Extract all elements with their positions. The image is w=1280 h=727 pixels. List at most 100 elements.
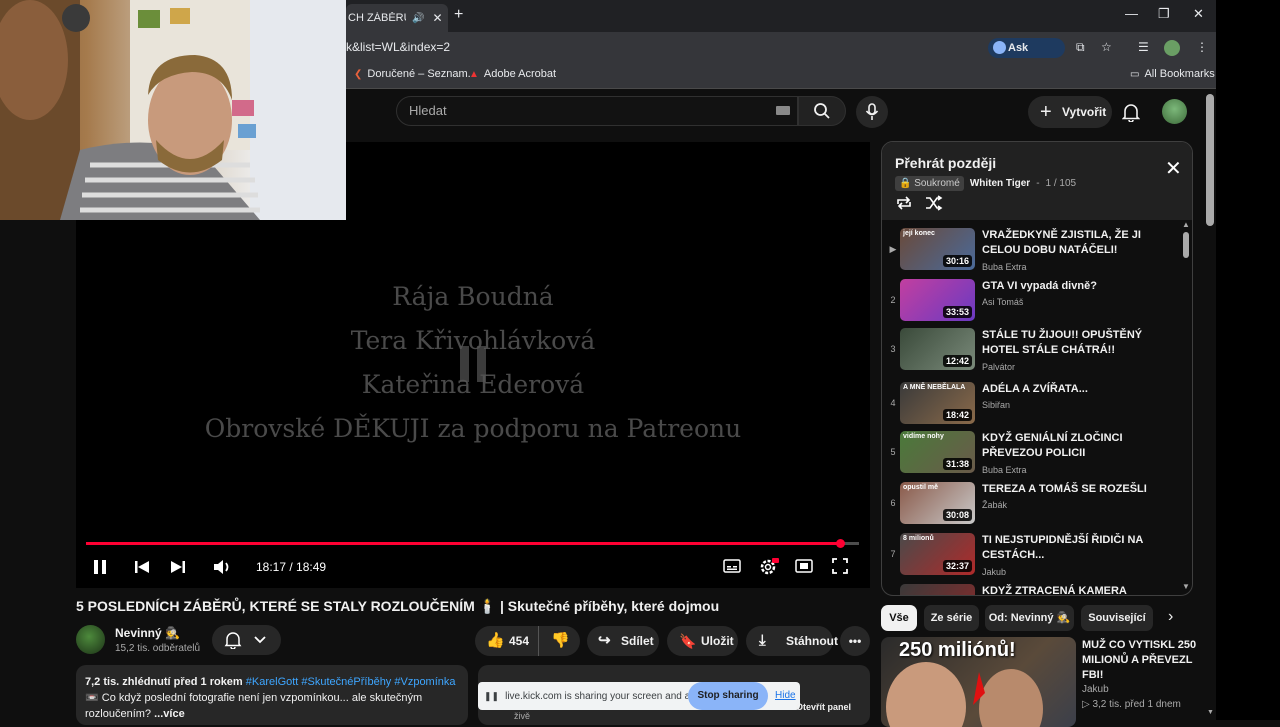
create-button[interactable]: + Vytvořit — [1028, 96, 1112, 128]
subtitles-button[interactable] — [723, 558, 741, 579]
playlist-item[interactable]: 3 12:42 STÁLE TU ŽIJOU!! OPUŠTĚNÝ HOTEL ST… — [882, 324, 1177, 374]
reading-list-icon[interactable]: ☰ — [1138, 40, 1149, 54]
playlist-item-thumbnail[interactable]: 8 milionů 32:37 — [900, 533, 975, 575]
channel-avatar[interactable] — [76, 625, 105, 654]
previous-icon — [135, 561, 149, 573]
restore-icon[interactable]: ❐ — [1158, 6, 1170, 22]
share-button[interactable]: ↪ Sdílet — [587, 626, 659, 656]
shuffle-button[interactable] — [925, 195, 943, 216]
voice-search-button[interactable] — [856, 96, 888, 128]
scroll-up-icon[interactable]: ▲ — [1182, 220, 1190, 229]
settings-button[interactable] — [759, 558, 779, 581]
search-input[interactable]: Hledat — [396, 96, 798, 126]
hashtags[interactable]: #KarelGott #SkutečnéPříběhy #Vzpomínka — [246, 676, 456, 688]
playlist-item-thumbnail[interactable]: vidíme nohy 31:38 — [900, 431, 975, 473]
save-button[interactable]: 🔖 Uložit — [667, 626, 738, 656]
playlist-item-thumbnail[interactable]: A MNĚ NEBĚLALA 18:42 — [900, 382, 975, 424]
privacy-badge: 🔒 Soukromé — [895, 176, 964, 191]
keyboard-icon[interactable] — [776, 106, 790, 115]
playlist-owner[interactable]: Whiten Tiger — [970, 178, 1030, 189]
bookmark-star-icon[interactable]: ☆ — [1101, 40, 1112, 54]
chip-series[interactable]: Ze série — [924, 605, 979, 631]
show-more-link[interactable]: ...více — [154, 708, 185, 720]
progress-scrubber[interactable] — [836, 539, 845, 548]
dislike-button[interactable]: 👎 — [538, 626, 580, 656]
playlist-item-thumbnail[interactable]: 12:42 — [900, 328, 975, 370]
ask-google-button[interactable]: Ask Google — [988, 38, 1065, 74]
folder-icon: ▭ — [1130, 68, 1140, 80]
progress-bar-played[interactable] — [86, 542, 841, 545]
loop-icon — [897, 196, 911, 210]
playlist-item[interactable]: 4 A MNĚ NEBĚLALA 18:42 ADÉLA A ZVÍŘATA... Si… — [882, 378, 1177, 428]
chip-from-channel[interactable]: Od: Nevinný 🕵️ — [985, 605, 1074, 631]
pause-share-icon: ❚❚ — [484, 690, 500, 701]
views-date: 7,2 tis. zhlédnutí před 1 rokem — [85, 676, 243, 688]
recommended-thumbnail[interactable]: 250 miliónů! — [881, 637, 1076, 727]
chip-all[interactable]: Vše — [881, 605, 917, 631]
bookmark-seznam[interactable]: ❮ Doručené – Seznam... — [354, 68, 477, 80]
playlist-item[interactable]: 6 opustil mě 30:08 TEREZA A TOMÁŠ SE ROZEŠL… — [882, 478, 1177, 528]
more-actions-button[interactable]: ••• — [840, 626, 870, 656]
seznam-icon: ❮ — [354, 68, 363, 80]
recommended-channel[interactable]: Jakub — [1082, 684, 1109, 695]
playlist-item[interactable]: 5 vidíme nohy 31:38 KDYŽ GENIÁLNÍ ZLOČINCI … — [882, 427, 1177, 477]
playlist-title[interactable]: Přehrát později — [895, 155, 996, 171]
description-box[interactable]: 7,2 tis. zhlédnutí před 1 rokem #KarelGo… — [76, 665, 468, 725]
tab-close-icon[interactable]: ✕ — [432, 11, 442, 25]
playlist-item-thumbnail[interactable] — [900, 584, 975, 595]
window-close-icon[interactable]: ✕ — [1193, 6, 1204, 22]
loop-playlist-button[interactable] — [895, 195, 913, 216]
notifications-bell-icon[interactable] — [1121, 102, 1141, 127]
open-panel-button[interactable]: Otevřít panel — [796, 702, 860, 718]
chip-related[interactable]: Související — [1081, 605, 1153, 631]
bell-icon — [224, 632, 242, 649]
like-button[interactable]: 👍 454 — [475, 626, 538, 656]
screen-margin — [1216, 0, 1280, 720]
playlist-scrollbar[interactable] — [1183, 232, 1189, 258]
hide-share-bar-link[interactable]: Hide — [775, 690, 796, 701]
menu-dots-icon[interactable]: ⋮ — [1196, 40, 1208, 54]
cast-icon[interactable]: ⧉ — [1076, 40, 1085, 55]
bookmark-acrobat[interactable]: ▲ Adobe Acrobat — [469, 68, 556, 80]
fullscreen-button[interactable] — [832, 558, 848, 579]
stop-sharing-button[interactable]: Stop sharing — [688, 682, 768, 710]
download-button[interactable]: ⤓ Stáhnout — [746, 626, 838, 656]
minimize-icon[interactable]: — — [1125, 6, 1138, 21]
volume-icon — [214, 560, 229, 574]
playlist-item[interactable]: ▶ její konec 30:16 VRAŽEDKYNĚ ZJISTILA, ŽE … — [882, 224, 1177, 274]
browser-tab-active[interactable]: CH ZÁBĚRŮ, KT 🔊 ✕ — [346, 4, 448, 32]
search-button[interactable] — [798, 96, 846, 126]
playlist-item[interactable]: KDYŽ ZTRACENÁ KAMERA — [882, 580, 1177, 595]
next-button[interactable] — [170, 558, 186, 581]
url-field[interactable]: k&list=WL&index=2 — [300, 36, 980, 58]
playlist-item[interactable]: 2 33:53 GTA VI vypadá divně? Asi Tomáš — [882, 275, 1177, 325]
pause-overlay-icon[interactable] — [458, 346, 488, 387]
channel-name[interactable]: Nevinný 🕵️ — [115, 626, 180, 640]
recommended-title[interactable]: MUŽ CO VYTISKL 250 MILIONŮ A PŘEVEZL FBI… — [1082, 638, 1198, 683]
playlist-item-thumbnail[interactable]: její konec 30:16 — [900, 228, 975, 270]
miniplayer-button[interactable] — [795, 558, 813, 579]
playlist-item-title: TEREZA A TOMÁŠ SE ROZEŠLI — [982, 483, 1147, 495]
profile-avatar-icon[interactable] — [1164, 40, 1180, 56]
playlist-item-thumbnail[interactable]: opustil mě 30:08 — [900, 482, 975, 524]
playlist-item-thumbnail[interactable]: 33:53 — [900, 279, 975, 321]
scroll-down-icon[interactable]: ▼ — [1182, 582, 1190, 591]
pause-button[interactable] — [92, 558, 108, 581]
playlist-item-title: ADÉLA A ZVÍŘATA... — [982, 383, 1088, 395]
all-bookmarks[interactable]: ▭ All Bookmarks — [1130, 68, 1215, 80]
playlist-item[interactable]: 7 8 milionů 32:37 TI NEJSTUPIDNĚJŠÍ ŘIDIČI … — [882, 529, 1177, 579]
page-scroll-up-icon[interactable]: ▲ — [1207, 93, 1214, 100]
chevron-right-icon[interactable]: › — [1168, 608, 1173, 626]
playlist-close-icon[interactable]: ✕ — [1165, 156, 1182, 181]
speaker-icon[interactable]: 🔊 — [412, 13, 424, 24]
previous-button[interactable] — [134, 558, 150, 581]
new-tab-button[interactable]: + — [454, 6, 463, 24]
page-scroll-down-icon[interactable]: ▼ — [1207, 709, 1214, 716]
playlist-item-title: KDYŽ GENIÁLNÍ ZLOČINCI PŘEVEZOU POLICII — [982, 432, 1123, 459]
account-avatar[interactable] — [1162, 99, 1187, 124]
video-title: 5 POSLEDNÍCH ZÁBĚRŮ, KTERÉ SE STALY ROZL… — [76, 598, 720, 614]
subscribed-notifications-button[interactable] — [212, 625, 281, 655]
playlist-meta: 🔒 Soukromé Whiten Tiger - 1 / 105 — [895, 176, 1076, 191]
volume-button[interactable] — [213, 558, 233, 581]
page-scrollbar[interactable] — [1206, 94, 1214, 226]
